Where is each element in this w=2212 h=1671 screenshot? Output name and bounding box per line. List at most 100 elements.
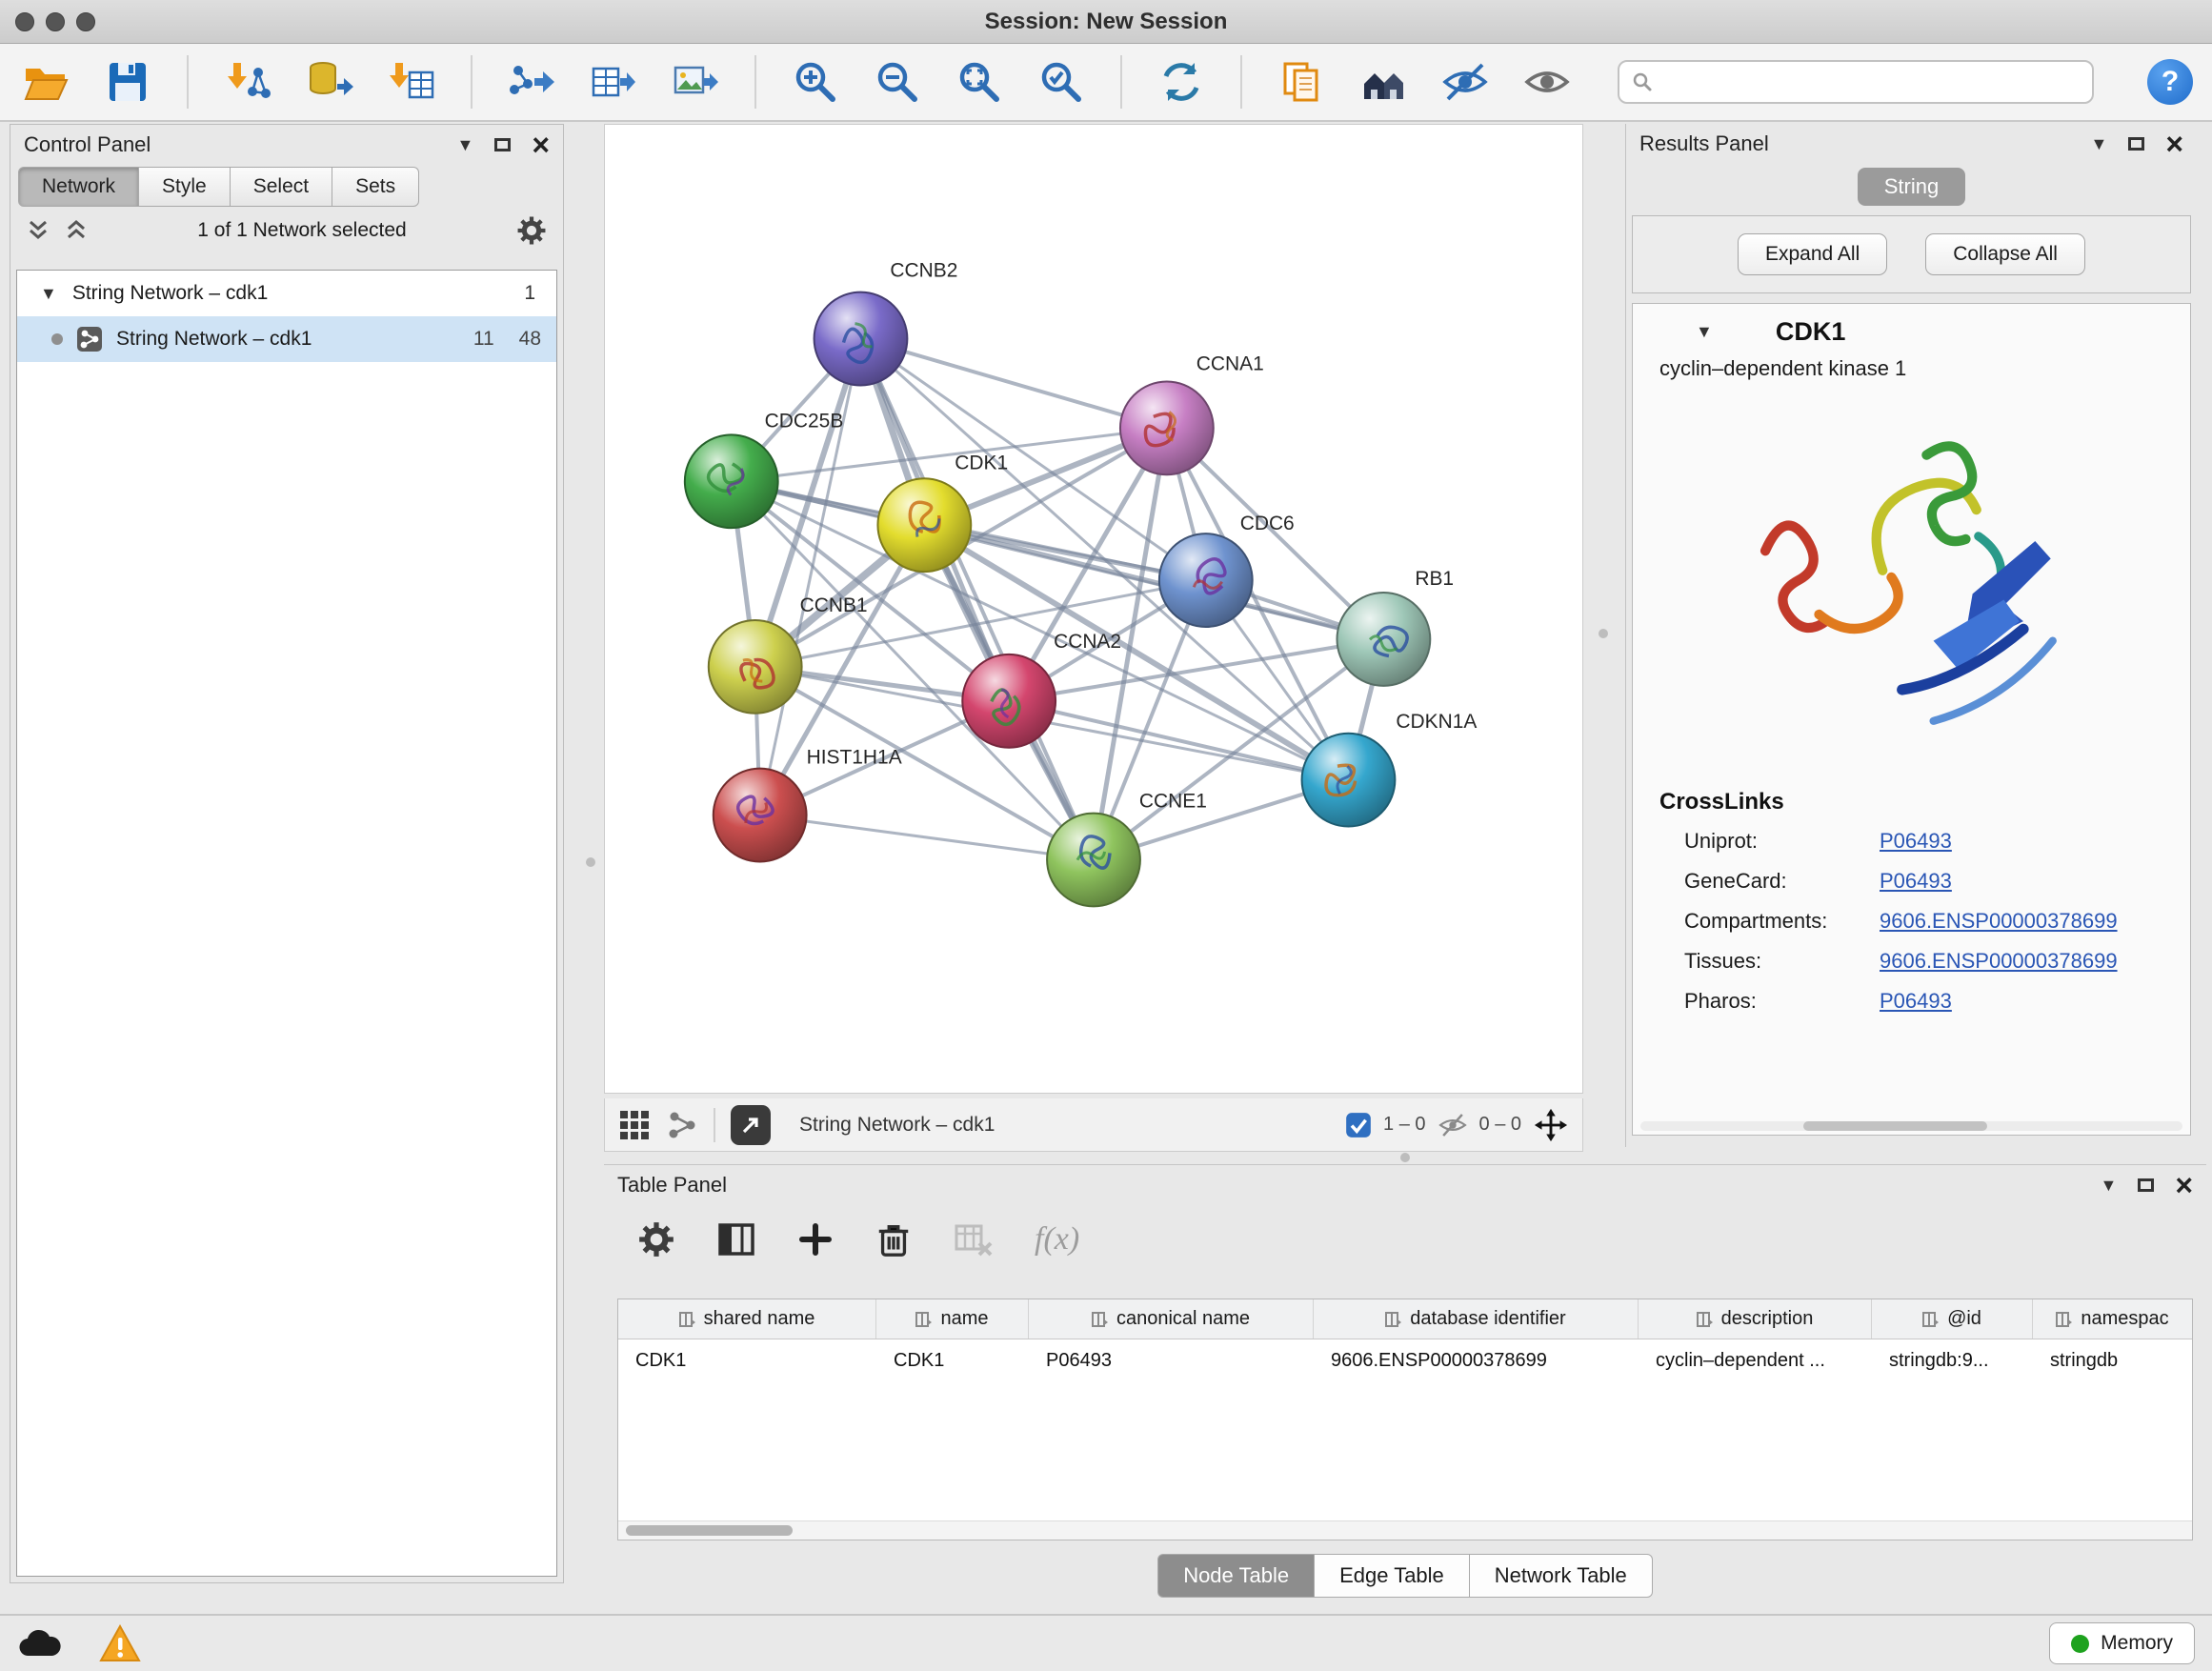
network-options-gear-icon[interactable] bbox=[515, 214, 548, 247]
hidden-eye-icon[interactable] bbox=[1438, 1110, 1468, 1140]
panel-menu-icon[interactable]: ▼ bbox=[456, 135, 473, 155]
tab-network[interactable]: Network bbox=[18, 167, 139, 207]
create-column-plus-icon[interactable] bbox=[796, 1220, 835, 1258]
toolbar-search[interactable] bbox=[1618, 60, 2094, 104]
zoom-selected-icon[interactable] bbox=[1035, 55, 1088, 109]
zoom-fit-icon[interactable] bbox=[953, 55, 1006, 109]
help-button[interactable]: ? bbox=[2147, 59, 2193, 105]
crosslink-link[interactable]: 9606.ENSP00000378699 bbox=[1880, 909, 2118, 934]
tab-select[interactable]: Select bbox=[231, 167, 332, 207]
node-label-ccna1: CCNA1 bbox=[1196, 352, 1264, 374]
hide-selected-icon[interactable] bbox=[1438, 55, 1492, 109]
panel-menu-icon[interactable]: ▼ bbox=[2090, 134, 2107, 154]
tab-edge-table[interactable]: Edge Table bbox=[1315, 1554, 1470, 1598]
import-network-from-database-icon[interactable] bbox=[303, 55, 356, 109]
warning-icon[interactable] bbox=[99, 1624, 141, 1662]
network-node-ccna1[interactable] bbox=[1120, 381, 1214, 474]
show-columns-icon[interactable] bbox=[716, 1219, 756, 1259]
search-input[interactable] bbox=[1663, 71, 2081, 93]
home-networks-icon[interactable] bbox=[1357, 55, 1410, 109]
string-tab[interactable]: String bbox=[1858, 168, 1965, 206]
collapse-all-button[interactable]: Collapse All bbox=[1925, 233, 2085, 275]
memory-button[interactable]: Memory bbox=[2049, 1622, 2195, 1664]
close-panel-icon[interactable]: × bbox=[2175, 1176, 2193, 1195]
expand-tree-icon[interactable] bbox=[26, 218, 50, 243]
export-network-icon[interactable] bbox=[505, 55, 558, 109]
import-network-icon[interactable] bbox=[221, 55, 274, 109]
tab-network-table[interactable]: Network Table bbox=[1470, 1554, 1653, 1598]
network-node-ccnb2[interactable] bbox=[814, 292, 908, 386]
tab-style[interactable]: Style bbox=[139, 167, 231, 207]
cell-namespace[interactable]: stringdb bbox=[2033, 1339, 2192, 1381]
network-node-ccnb1[interactable] bbox=[709, 620, 802, 714]
cell-canonical-name[interactable]: P06493 bbox=[1029, 1339, 1314, 1381]
protein-disclosure-icon[interactable]: ▼ bbox=[1696, 322, 1713, 342]
column-header[interactable]: @id bbox=[1872, 1299, 2033, 1339]
crosslink-link[interactable]: P06493 bbox=[1880, 869, 1952, 894]
network-node-ccne1[interactable] bbox=[1047, 814, 1140, 907]
network-node-cdc25b[interactable] bbox=[685, 434, 778, 528]
splitter-handle[interactable] bbox=[1400, 1153, 1410, 1162]
cell-shared-name[interactable]: CDK1 bbox=[618, 1339, 876, 1381]
hidden-counts: 0 – 0 bbox=[1479, 1114, 1521, 1136]
table-row[interactable]: CDK1 CDK1 P06493 9606.ENSP00000378699 cy… bbox=[618, 1339, 2192, 1381]
import-table-icon[interactable] bbox=[385, 55, 438, 109]
splitter-handle[interactable] bbox=[586, 857, 595, 867]
delete-column-trash-icon[interactable] bbox=[875, 1220, 913, 1258]
close-panel-icon[interactable]: × bbox=[2165, 134, 2183, 153]
expand-all-button[interactable]: Expand All bbox=[1738, 233, 1887, 275]
node-label-cdc25b: CDC25B bbox=[765, 410, 844, 432]
collapse-tree-icon[interactable] bbox=[64, 218, 89, 243]
crosslink-link[interactable]: P06493 bbox=[1880, 829, 1952, 854]
cell-id[interactable]: stringdb:9... bbox=[1872, 1339, 2033, 1381]
cloud-icon[interactable] bbox=[17, 1627, 61, 1660]
crosslink-label: GeneCard: bbox=[1684, 869, 1880, 894]
network-node-cdc6[interactable] bbox=[1159, 534, 1253, 627]
tab-sets[interactable]: Sets bbox=[332, 167, 419, 207]
network-node-cdk1[interactable] bbox=[877, 478, 971, 572]
network-node-ccna2[interactable] bbox=[962, 654, 1056, 748]
panel-menu-icon[interactable]: ▼ bbox=[2100, 1176, 2117, 1196]
open-session-icon[interactable] bbox=[19, 55, 72, 109]
column-header[interactable]: shared name bbox=[618, 1299, 876, 1339]
float-panel-icon[interactable] bbox=[494, 138, 511, 151]
splitter-handle[interactable] bbox=[1599, 629, 1608, 638]
network-row-selected[interactable]: String Network – cdk1 11 48 bbox=[17, 316, 556, 362]
export-image-icon[interactable] bbox=[669, 55, 722, 109]
crosslink-link[interactable]: P06493 bbox=[1880, 989, 1952, 1014]
birdseye-view-icon[interactable] bbox=[618, 1109, 651, 1141]
export-table-icon[interactable] bbox=[587, 55, 640, 109]
save-session-icon[interactable] bbox=[101, 55, 154, 109]
float-panel-icon[interactable] bbox=[2128, 137, 2144, 151]
column-header[interactable]: description bbox=[1639, 1299, 1872, 1339]
float-panel-icon[interactable] bbox=[2138, 1178, 2154, 1192]
copy-document-icon[interactable] bbox=[1275, 55, 1328, 109]
results-horizontal-scrollbar[interactable] bbox=[1640, 1121, 2182, 1131]
table-horizontal-scrollbar[interactable] bbox=[618, 1520, 2192, 1540]
column-header[interactable]: canonical name bbox=[1029, 1299, 1314, 1339]
pan-tool-icon[interactable] bbox=[1533, 1107, 1569, 1143]
column-header[interactable]: database identifier bbox=[1314, 1299, 1639, 1339]
apply-layout-icon[interactable] bbox=[1155, 55, 1208, 109]
network-node-hist1h1a[interactable] bbox=[714, 769, 807, 862]
table-options-gear-icon[interactable] bbox=[636, 1219, 676, 1259]
network-node-rb1[interactable] bbox=[1337, 593, 1430, 686]
selected-checkbox-icon[interactable] bbox=[1345, 1112, 1372, 1138]
network-overview-icon[interactable] bbox=[666, 1109, 698, 1141]
network-canvas[interactable]: CCNB2CCNA1CDC25BCDK1CDC6RB1CCNB1CCNA2CDK… bbox=[604, 124, 1583, 1094]
cell-database-identifier[interactable]: 9606.ENSP00000378699 bbox=[1314, 1339, 1639, 1381]
collection-disclosure-icon[interactable]: ▼ bbox=[40, 284, 57, 304]
close-panel-icon[interactable]: × bbox=[532, 135, 550, 154]
network-collection-row[interactable]: ▼ String Network – cdk1 1 bbox=[17, 271, 556, 316]
tab-node-table[interactable]: Node Table bbox=[1157, 1554, 1315, 1598]
show-all-icon[interactable] bbox=[1520, 55, 1574, 109]
zoom-out-icon[interactable] bbox=[871, 55, 924, 109]
column-header[interactable]: name bbox=[876, 1299, 1029, 1339]
network-node-cdkn1a[interactable] bbox=[1302, 734, 1396, 827]
open-in-window-button[interactable] bbox=[731, 1105, 771, 1145]
crosslink-link[interactable]: 9606.ENSP00000378699 bbox=[1880, 949, 2118, 974]
cell-name[interactable]: CDK1 bbox=[876, 1339, 1029, 1381]
zoom-in-icon[interactable] bbox=[789, 55, 842, 109]
column-header[interactable]: namespac bbox=[2033, 1299, 2192, 1339]
cell-description[interactable]: cyclin–dependent ... bbox=[1639, 1339, 1872, 1381]
